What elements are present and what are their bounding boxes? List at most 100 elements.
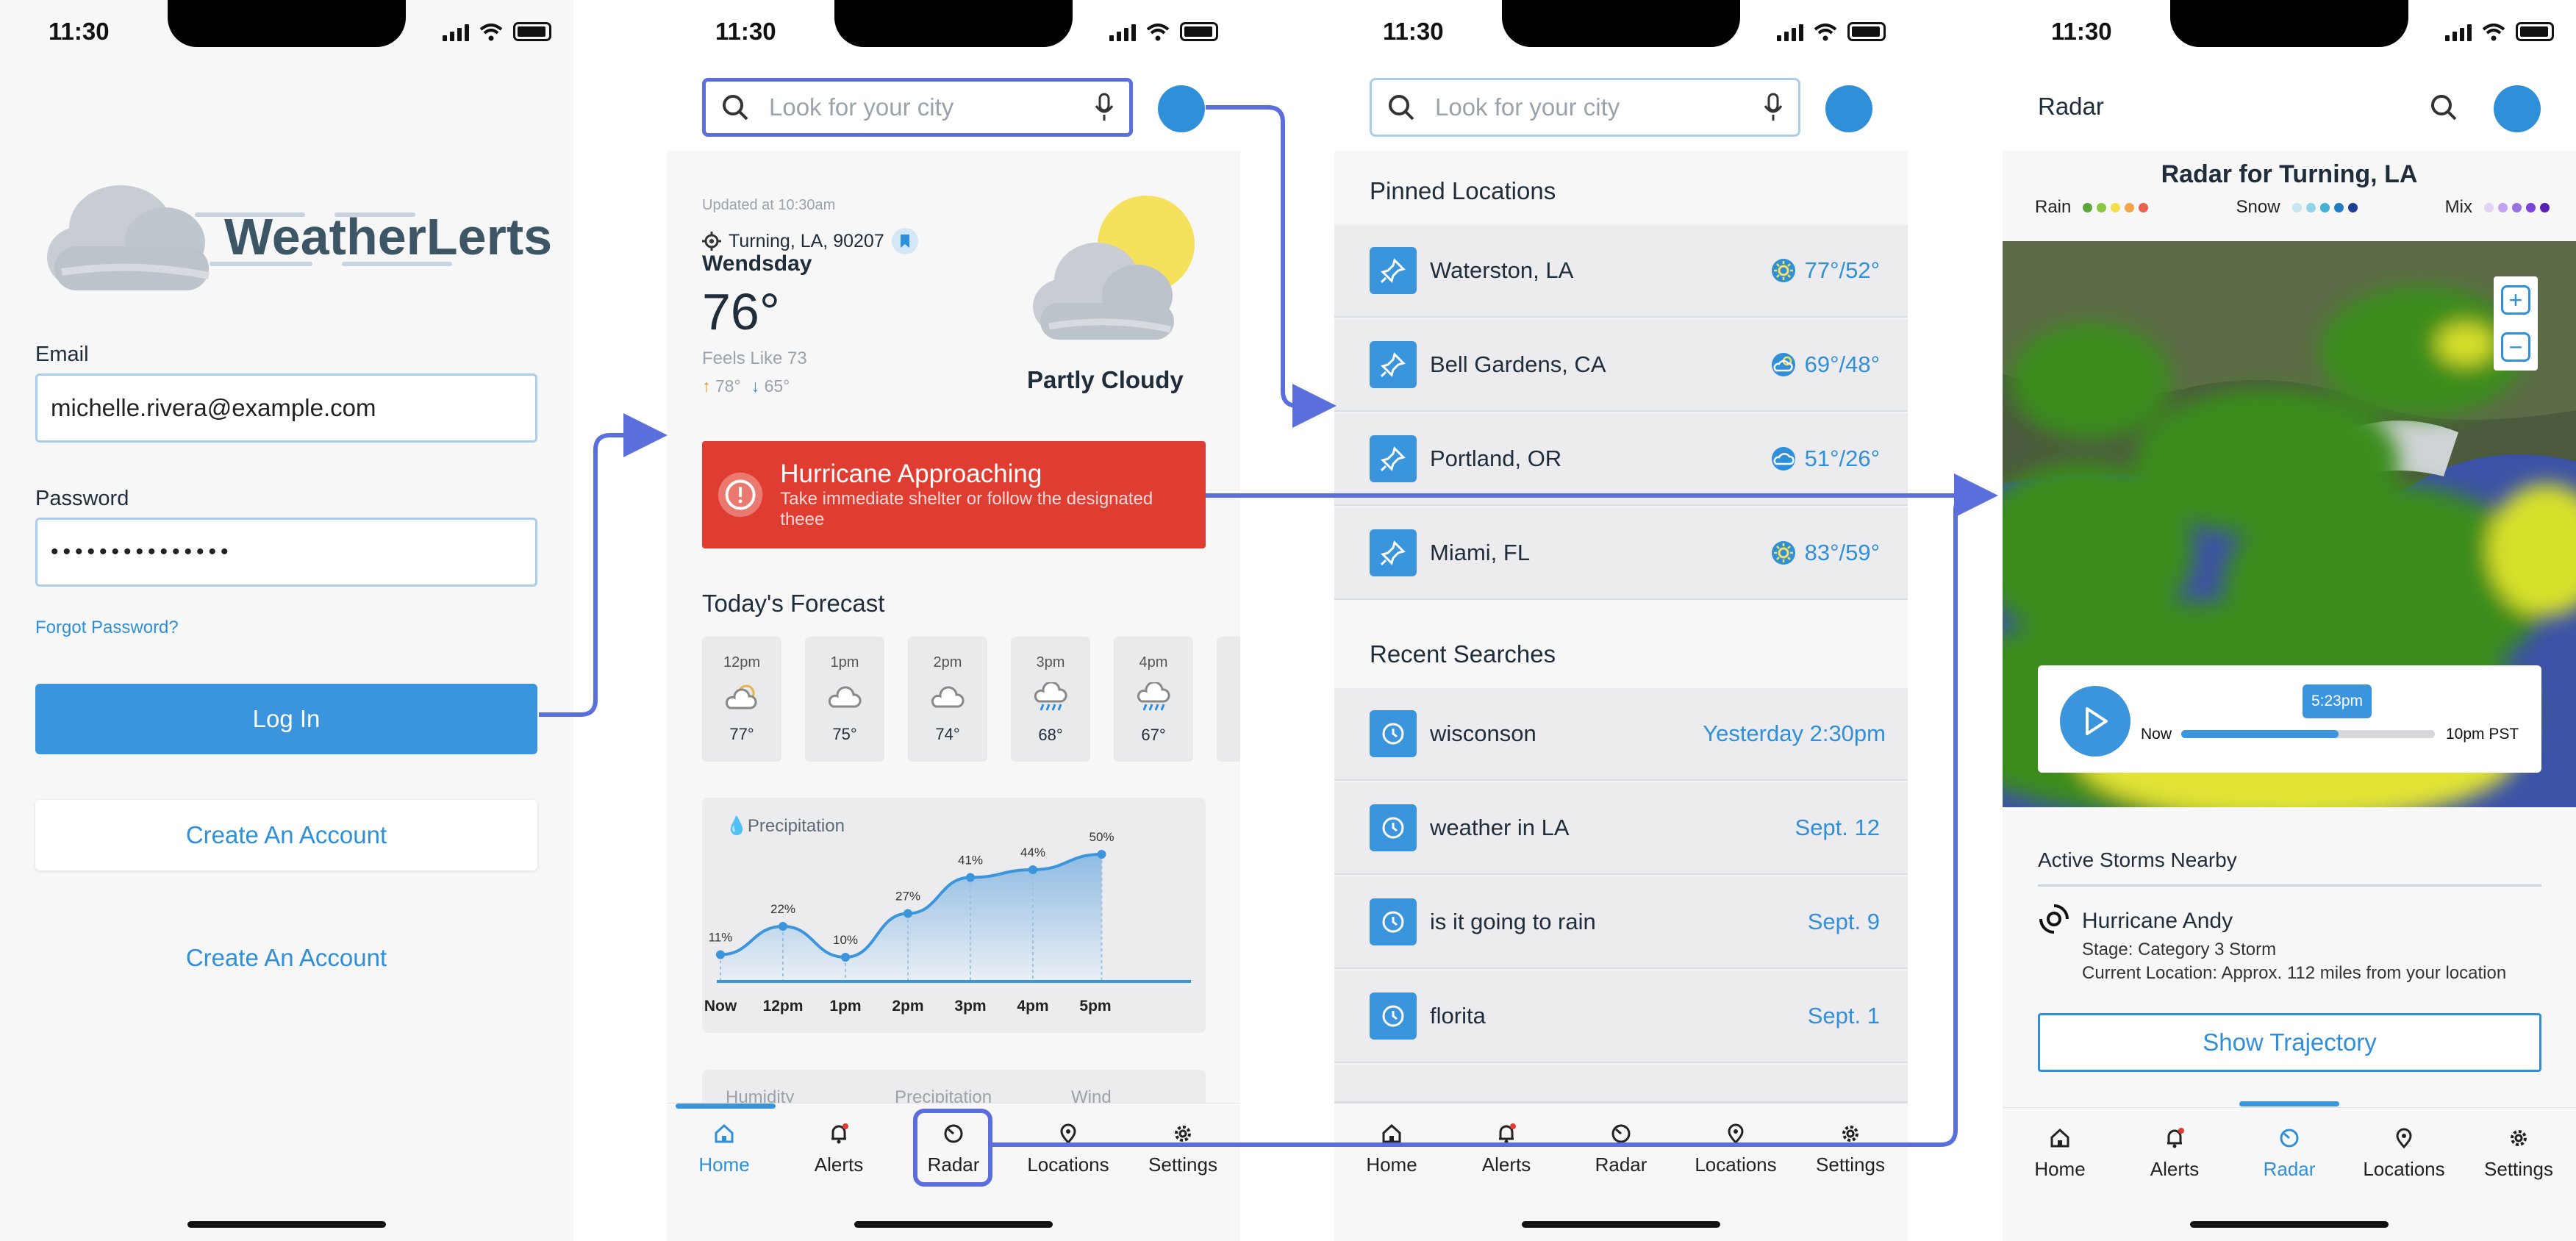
pin-icon — [1370, 341, 1417, 388]
pinned-location-row[interactable]: Portland, OR 51°/26° — [1334, 413, 1908, 506]
hurricane-alert-banner[interactable]: Hurricane Approaching Take immediate she… — [702, 441, 1206, 548]
timeline-slider[interactable] — [2181, 730, 2435, 738]
show-trajectory-button[interactable]: Show Trajectory — [2038, 1013, 2541, 1072]
nav-locations[interactable]: Locations — [1678, 1104, 1793, 1198]
precip-value-label: 27% — [895, 890, 920, 904]
email-field[interactable]: michelle.rivera@example.com — [35, 373, 537, 443]
nav-settings[interactable]: Settings — [1793, 1104, 1908, 1198]
alert-title: Hurricane Approaching — [780, 459, 1042, 488]
microphone-icon[interactable] — [1094, 93, 1115, 122]
wifi-icon — [2482, 24, 2505, 41]
nav-home[interactable]: Home — [667, 1104, 781, 1198]
create-account-button[interactable]: Create An Account — [35, 800, 537, 870]
legend-snow: Snow — [2236, 197, 2358, 218]
radar-map-title: Radar for Turning, LA — [2161, 160, 2418, 188]
timeline-progress — [2181, 730, 2339, 738]
radar-icon — [2280, 1129, 2299, 1148]
feels-like: Feels Like 73 — [702, 348, 807, 368]
search-input[interactable]: Look for your city — [702, 78, 1133, 137]
play-button[interactable] — [2060, 686, 2130, 757]
pin-icon — [1370, 247, 1417, 294]
zoom-in-button[interactable]: + — [2501, 285, 2530, 315]
nav-radar[interactable]: Radar — [2232, 1108, 2347, 1203]
pinned-location-row[interactable]: Waterston, LA 77°/52° — [1334, 225, 1908, 318]
zoom-out-button[interactable]: − — [2501, 332, 2530, 362]
avatar[interactable] — [2494, 85, 2541, 132]
gear-icon — [1175, 1126, 1191, 1142]
location-row: Turning, LA, 90207 — [702, 228, 918, 254]
bell-icon — [1499, 1123, 1516, 1144]
locations-screen: 11:30 Look for your city Pinned Location… — [1334, 0, 1908, 1241]
login-button[interactable]: Log In — [35, 684, 537, 754]
bottom-nav: Home Alerts Radar Locations Settings — [2003, 1107, 2576, 1203]
legend-mix: Mix — [2445, 197, 2550, 218]
nav-alerts[interactable]: Alerts — [1449, 1104, 1564, 1198]
home-icon — [715, 1123, 734, 1143]
search-input[interactable]: Look for your city — [1370, 78, 1800, 137]
recent-search-row[interactable]: florita Sept. 1 — [1334, 970, 1908, 1063]
create-account-link[interactable]: Create An Account — [35, 944, 537, 972]
avatar[interactable] — [1825, 85, 1872, 132]
active-tab-indicator — [2239, 1101, 2339, 1106]
current-temperature: 76° — [702, 283, 780, 340]
status-icons — [1777, 22, 1886, 41]
signal-icon — [1777, 24, 1803, 41]
hour-card[interactable]: 3pm 68° — [1011, 637, 1090, 762]
active-tab-indicator — [676, 1104, 776, 1109]
nav-locations[interactable]: Locations — [2347, 1108, 2461, 1203]
nav-locations[interactable]: Locations — [1011, 1104, 1126, 1198]
hourly-forecast: 12pm 77° 1pm 75° 2pm 74° 3pm 68° 4pm 67° — [702, 637, 1240, 762]
radar-playback-player: Now 5:23pm 10pm PST — [2038, 665, 2541, 773]
bookmark-icon[interactable] — [891, 228, 918, 254]
search-icon[interactable] — [2429, 93, 2458, 122]
nav-alerts[interactable]: Alerts — [781, 1104, 896, 1198]
nav-home[interactable]: Home — [2003, 1108, 2117, 1203]
weekday: Wendsday — [702, 251, 812, 276]
microphone-icon[interactable] — [1763, 93, 1783, 122]
battery-icon — [2516, 22, 2554, 41]
x-tick-label: 5pm — [1079, 998, 1111, 1015]
nav-radar[interactable]: Radar — [1564, 1104, 1678, 1198]
player-start-label: Now — [2141, 726, 2172, 743]
alert-subtitle: Take immediate shelter or follow the des… — [780, 489, 1153, 529]
cloud-icon — [828, 686, 862, 708]
forgot-password-link[interactable]: Forgot Password? — [35, 618, 179, 638]
hour-card[interactable]: 4pm 67° — [1114, 637, 1193, 762]
nav-settings[interactable]: Settings — [1126, 1104, 1240, 1198]
pinned-location-row[interactable]: Miami, FL 83°/59° — [1334, 507, 1908, 600]
location-pin-icon — [1060, 1123, 1076, 1145]
battery-icon — [1180, 22, 1218, 41]
storm-name: Hurricane Andy — [2082, 909, 2233, 933]
x-tick-label: 2pm — [892, 998, 923, 1015]
recent-search-row[interactable]: wisconson Yesterday 2:30pm — [1334, 688, 1908, 781]
nav-settings[interactable]: Settings — [2461, 1108, 2576, 1203]
precip-point — [904, 909, 912, 918]
recent-search-row[interactable]: weather in LA Sept. 12 — [1334, 782, 1908, 875]
nav-alerts[interactable]: Alerts — [2117, 1108, 2232, 1203]
nav-radar[interactable]: Radar — [896, 1104, 1011, 1198]
password-field[interactable]: ••••••••••••••• — [35, 518, 537, 587]
status-icons — [443, 22, 551, 41]
search-placeholder: Look for your city — [769, 93, 954, 121]
phone-notch — [1502, 0, 1740, 47]
hour-card[interactable]: 2pm 74° — [908, 637, 987, 762]
alert-icon — [718, 472, 763, 518]
hour-card[interactable]: 1pm 75° — [805, 637, 884, 762]
nav-home[interactable]: Home — [1334, 1104, 1449, 1198]
wifi-icon — [479, 24, 503, 41]
recent-search-row[interactable]: is it going to rain Sept. 9 — [1334, 876, 1908, 969]
search-icon — [1389, 95, 1414, 121]
app-logo-text: WeatherLerts — [224, 208, 553, 265]
player-end-label: 10pm PST — [2446, 726, 2519, 743]
pinned-location-row[interactable]: Bell Gardens, CA 69°/48° — [1334, 319, 1908, 412]
precip-point — [1097, 850, 1106, 859]
precipitation-card: 💧Precipitation 11% 22% 10% 27% 41% 44% 50% Now 1… — [702, 798, 1206, 1033]
status-time: 11:30 — [1383, 18, 1444, 45]
login-screen: 11:30 WeatherLerts Email michelle.rivera… — [0, 0, 573, 1241]
home-indicator — [2190, 1221, 2389, 1228]
hour-card[interactable]: 12pm 77° — [702, 637, 781, 762]
clock-icon — [1370, 710, 1417, 757]
divider — [2038, 884, 2541, 887]
hour-card-partial[interactable] — [1217, 637, 1240, 762]
avatar[interactable] — [1158, 85, 1205, 132]
